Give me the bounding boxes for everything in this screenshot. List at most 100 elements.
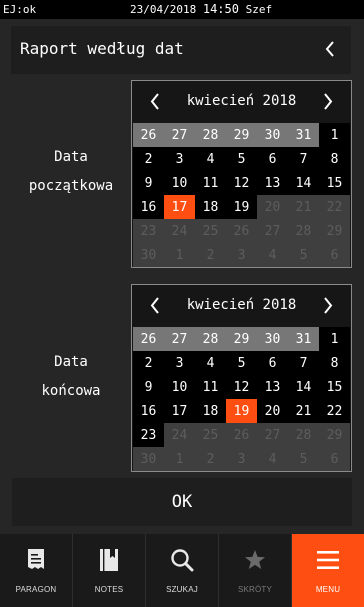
calendar-day[interactable]: 28 <box>195 123 226 147</box>
calendar-day: 3 <box>226 243 257 267</box>
calendar-day[interactable]: 7 <box>288 351 319 375</box>
calendar-day: 20 <box>257 195 288 219</box>
calendar-day: 30 <box>133 447 164 471</box>
page-title: Raport według dat <box>20 39 184 58</box>
calendar-day: 28 <box>288 423 319 447</box>
calendar-day[interactable]: 3 <box>164 351 195 375</box>
search-icon <box>170 548 194 572</box>
star-icon <box>243 548 267 572</box>
calendar-day[interactable]: 8 <box>319 351 350 375</box>
status-bar: EJ:ok 23/04/2018 14:50 Szef <box>0 0 364 19</box>
calendar-day[interactable]: 1 <box>319 123 350 147</box>
calendar-month: kwiecień 2018 <box>186 93 297 109</box>
calendar-day[interactable]: 13 <box>257 171 288 195</box>
tab-notes[interactable]: NOTES <box>73 534 146 607</box>
calendar-day: 4 <box>257 447 288 471</box>
calendar-day[interactable]: 29 <box>226 123 257 147</box>
back-chevron-icon[interactable] <box>325 41 335 57</box>
calendar-day: 6 <box>319 447 350 471</box>
calendar-day[interactable]: 12 <box>226 375 257 399</box>
calendar-day[interactable]: 31 <box>288 327 319 351</box>
calendar-header: kwiecień 2018 <box>132 81 351 123</box>
calendar-day[interactable]: 12 <box>226 171 257 195</box>
calendar-day[interactable]: 17 <box>164 399 195 423</box>
calendar-day: 27 <box>257 219 288 243</box>
bottom-tab-bar: PARAGON NOTES SZUKAJ SKRÓTY MENU <box>0 534 364 607</box>
calendar-day[interactable]: 6 <box>257 147 288 171</box>
calendar-day[interactable]: 1 <box>319 327 350 351</box>
calendar-day[interactable]: 5 <box>226 147 257 171</box>
calendar-day[interactable]: 28 <box>195 327 226 351</box>
calendar-day-selected[interactable]: 17 <box>164 195 195 219</box>
calendar-day[interactable]: 10 <box>164 375 195 399</box>
calendar-day: 6 <box>319 243 350 267</box>
ok-button[interactable]: OK <box>12 478 352 526</box>
calendar-day[interactable]: 29 <box>226 327 257 351</box>
tab-szukaj[interactable]: SZUKAJ <box>146 534 219 607</box>
calendar-day[interactable]: 22 <box>319 399 350 423</box>
calendar-day[interactable]: 19 <box>226 195 257 219</box>
tab-label: MENU <box>315 585 341 594</box>
calendar-day[interactable]: 9 <box>133 375 164 399</box>
tab-paragon[interactable]: PARAGON <box>0 534 73 607</box>
calendar-day: 4 <box>257 243 288 267</box>
calendar-day-selected[interactable]: 19 <box>226 399 257 423</box>
calendar-day[interactable]: 5 <box>226 351 257 375</box>
calendar-day[interactable]: 15 <box>319 171 350 195</box>
calendar-day[interactable]: 14 <box>288 171 319 195</box>
page-header: Raport według dat <box>11 26 351 74</box>
calendar-day[interactable]: 8 <box>319 147 350 171</box>
calendar-grid: 26 27 28 29 30 31 1 2 3 4 5 6 7 8 9 10 11 12 13 14 15 16 17 18 1… <box>132 327 351 471</box>
next-month-icon[interactable] <box>323 297 333 314</box>
status-user: Szef <box>245 3 273 16</box>
calendar-day[interactable]: 23 <box>133 423 164 447</box>
calendar-header: kwiecień 2018 <box>132 285 351 327</box>
calendar-day: 27 <box>257 423 288 447</box>
calendar-day: 29 <box>319 219 350 243</box>
calendar-day: 29 <box>319 423 350 447</box>
status-time: 14:50 <box>202 2 239 16</box>
calendar-day[interactable]: 15 <box>319 375 350 399</box>
calendar-day[interactable]: 16 <box>133 195 164 219</box>
tab-skroty: SKRÓTY <box>219 534 292 607</box>
calendar-day[interactable]: 2 <box>133 351 164 375</box>
calendar-month: kwiecień 2018 <box>186 297 297 313</box>
calendar-day[interactable]: 2 <box>133 147 164 171</box>
calendar-day[interactable]: 14 <box>288 375 319 399</box>
start-date-calendar: kwiecień 2018 26 27 28 29 30 31 1 2 3 4 5 6 7 8 9 10 11 1… <box>131 80 352 268</box>
calendar-day[interactable]: 7 <box>288 147 319 171</box>
calendar-day[interactable]: 9 <box>133 171 164 195</box>
tab-label: NOTES <box>94 585 124 594</box>
status-date: 23/04/2018 <box>130 3 197 16</box>
calendar-day[interactable]: 26 <box>133 123 164 147</box>
calendar-day: 28 <box>288 219 319 243</box>
calendar-day[interactable]: 3 <box>164 147 195 171</box>
calendar-day[interactable]: 30 <box>257 123 288 147</box>
calendar-day[interactable]: 30 <box>257 327 288 351</box>
calendar-day[interactable]: 21 <box>288 399 319 423</box>
calendar-day[interactable]: 20 <box>257 399 288 423</box>
tab-menu[interactable]: MENU <box>292 534 364 607</box>
calendar-day[interactable]: 18 <box>195 399 226 423</box>
next-month-icon[interactable] <box>323 93 333 110</box>
calendar-day[interactable]: 4 <box>195 351 226 375</box>
calendar-day: 26 <box>226 219 257 243</box>
calendar-day[interactable]: 26 <box>133 327 164 351</box>
calendar-day[interactable]: 6 <box>257 351 288 375</box>
notebook-icon <box>97 548 121 572</box>
calendar-day[interactable]: 11 <box>195 171 226 195</box>
calendar-day[interactable]: 4 <box>195 147 226 171</box>
calendar-day[interactable]: 18 <box>195 195 226 219</box>
calendar-day[interactable]: 27 <box>164 123 195 147</box>
tab-label: PARAGON <box>15 585 57 594</box>
tab-label: SZUKAJ <box>166 585 198 594</box>
calendar-day[interactable]: 31 <box>288 123 319 147</box>
calendar-day[interactable]: 11 <box>195 375 226 399</box>
calendar-day: 5 <box>288 243 319 267</box>
calendar-day[interactable]: 13 <box>257 375 288 399</box>
calendar-day[interactable]: 16 <box>133 399 164 423</box>
start-date-label: Data początkowa <box>16 149 126 194</box>
calendar-day: 24 <box>164 219 195 243</box>
calendar-day[interactable]: 10 <box>164 171 195 195</box>
calendar-day[interactable]: 27 <box>164 327 195 351</box>
